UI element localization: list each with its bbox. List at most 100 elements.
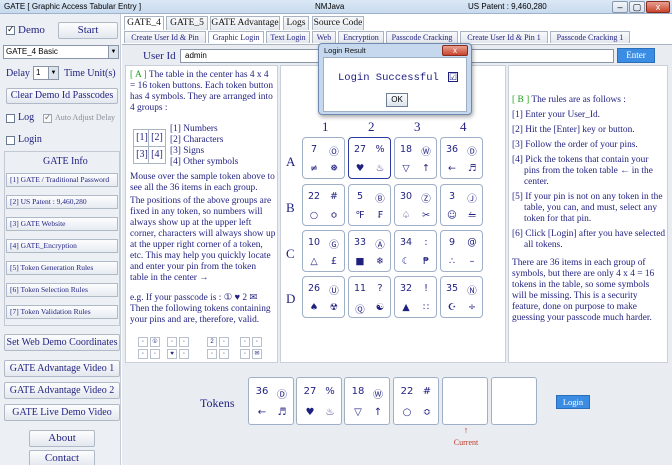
- enter-button[interactable]: Enter: [617, 48, 655, 63]
- token-cell-d4[interactable]: 35 Ⓝ ☪ ÷: [440, 276, 483, 318]
- token-cell-b2[interactable]: 5 Ⓑ ℉ ₣: [348, 184, 391, 226]
- delay-select-value: 1: [36, 68, 41, 77]
- clear-demo-passcodes-button[interactable]: Clear Demo Id Passcodes: [6, 88, 118, 104]
- token-cell-d2[interactable]: 11? Ⓠ ☯: [348, 276, 391, 318]
- start-button[interactable]: Start: [58, 22, 118, 39]
- mode-dropdown[interactable]: GATE_4 Basic ▼: [3, 45, 119, 59]
- token-cell-a1[interactable]: 7 Ⓞ ≠ ❅: [302, 137, 345, 179]
- info-token-generation-button[interactable]: [5] Token Generation Rules: [6, 261, 118, 275]
- selected-token-slot-3[interactable]: 18 Ⓦ ▽ ↑: [344, 377, 390, 425]
- token-symbol: 3: [448, 191, 456, 202]
- info-gate-website-button[interactable]: [3] GATE Website: [6, 217, 118, 231]
- token-symbol: 11: [353, 283, 367, 294]
- token-symbol: ♤: [401, 210, 411, 221]
- selected-token-slot-2[interactable]: 27% ♥ ♨: [296, 377, 342, 425]
- contact-button[interactable]: Contact: [29, 450, 95, 465]
- subtab-passcode-cracking-1[interactable]: Passcode Cracking 1: [550, 31, 630, 43]
- close-window-button[interactable]: x: [646, 1, 670, 13]
- tab-logs[interactable]: Logs: [283, 16, 309, 30]
- tab-gate-4[interactable]: GATE_4: [124, 16, 164, 30]
- token-symbol: ♠: [309, 302, 319, 313]
- selected-token-slot-5[interactable]: [442, 377, 488, 425]
- tab-gate-5[interactable]: GATE_5: [166, 16, 208, 30]
- info-us-patent-button[interactable]: [2] US Patent : 9,460,280: [6, 195, 118, 209]
- token-cell-a3[interactable]: 18 Ⓦ ▽ ↑: [394, 137, 437, 179]
- subtab-create-user[interactable]: Create User Id & Pin: [124, 31, 206, 43]
- token-cell-b4[interactable]: 3 Ⓙ ☺ ⥪: [440, 184, 483, 226]
- subtab-create-user-1[interactable]: Create User Id & Pin 1: [460, 31, 548, 43]
- token-cell-c4[interactable]: 9 @ ∴ –: [440, 230, 483, 272]
- sample-key-4[interactable]: [4]: [148, 146, 166, 164]
- token-symbol: ↑: [373, 407, 383, 418]
- example-token-3-symbol: 2: [207, 337, 217, 347]
- token-cell-b1[interactable]: 22 # ○ ≎: [302, 184, 345, 226]
- chevron-down-icon: ▼: [108, 46, 118, 58]
- selected-token-slot-4[interactable]: 22 # ○ ≎: [393, 377, 439, 425]
- token-symbol: 27: [353, 144, 367, 155]
- dialog-ok-button[interactable]: OK: [386, 93, 408, 107]
- token-symbol: ∷: [422, 302, 430, 313]
- login-label: Login: [18, 134, 42, 145]
- auto-adjust-checkbox[interactable]: [43, 112, 52, 123]
- demo-checkbox[interactable]: [6, 24, 15, 35]
- tokens-label: Tokens: [200, 396, 235, 410]
- token-cell-c3[interactable]: 34: ☾ ₱: [394, 230, 437, 272]
- token-cell-a4[interactable]: 36 Ⓓ ← ♬: [440, 137, 483, 179]
- info-token-validation-button[interactable]: [7] Token Validation Rules: [6, 305, 118, 319]
- rules-footer: There are 36 items in each group of symb…: [512, 258, 655, 323]
- token-symbol: ♨: [375, 163, 385, 174]
- token-symbol: ☯: [375, 302, 385, 313]
- token-cell-a2[interactable]: 27% ♥ ♨: [348, 137, 391, 179]
- token-symbol: 32: [399, 283, 413, 294]
- token-symbol: ☢: [329, 302, 339, 313]
- rule-4: [4] Pick the tokens that contain your pi…: [512, 155, 653, 187]
- token-symbol: ℉: [355, 210, 365, 221]
- example-token-4-symbol: ◦: [240, 337, 250, 347]
- info-gate-traditional-button[interactable]: [1] GATE / Traditional Password: [6, 173, 118, 187]
- token-symbol: ∴: [448, 256, 456, 267]
- explanation-a-p2: Mouse over the sample token above to see…: [130, 172, 275, 193]
- about-button[interactable]: About: [29, 430, 95, 447]
- token-cell-d1[interactable]: 26 Ⓤ ♠ ☢: [302, 276, 345, 318]
- subtab-web[interactable]: Web: [312, 31, 336, 43]
- token-symbol: Ⓙ: [467, 194, 477, 205]
- subtab-text-login[interactable]: Text Login: [266, 31, 310, 43]
- token-cell-b3[interactable]: 30 Ⓩ ♤ ✂: [394, 184, 437, 226]
- tab-gate-advantage[interactable]: GATE Advantage: [210, 16, 280, 30]
- demo-label: Demo: [18, 24, 45, 36]
- dialog-close-button[interactable]: x: [442, 45, 468, 56]
- advantage-video-2-button[interactable]: GATE Advantage Video 2: [4, 382, 120, 399]
- sample-key-2[interactable]: [2]: [148, 129, 166, 147]
- token-symbol: ₣: [376, 210, 384, 221]
- set-web-coordinates-button[interactable]: Set Web Demo Coordinates: [4, 334, 120, 351]
- token-symbol: Ⓓ: [277, 390, 287, 401]
- live-demo-video-button[interactable]: GATE Live Demo Video: [4, 404, 120, 421]
- time-unit-label: Time Unit(s): [64, 68, 116, 79]
- login-checkbox[interactable]: [6, 136, 15, 145]
- subtab-encryption[interactable]: Encryption: [338, 31, 384, 43]
- token-symbol: 7: [310, 144, 318, 155]
- checkbox-checked-icon: ☑: [448, 72, 458, 82]
- token-cell-d3[interactable]: 32! ▲ ∷: [394, 276, 437, 318]
- info-token-selection-button[interactable]: [6] Token Selection Rules: [6, 283, 118, 297]
- token-symbol: Ⓓ: [467, 147, 477, 158]
- log-checkbox[interactable]: [6, 114, 15, 123]
- col-label-2: 2: [368, 119, 375, 134]
- minimize-button[interactable]: –: [612, 1, 628, 13]
- selected-token-slot-1[interactable]: 36 Ⓓ ← ♬: [248, 377, 294, 425]
- delay-select[interactable]: 1 ▼: [33, 66, 59, 80]
- maximize-button[interactable]: ▢: [629, 1, 645, 13]
- info-gate-encryption-button[interactable]: [4] GATE_Encryption: [6, 239, 118, 253]
- login-button[interactable]: Login: [556, 395, 590, 409]
- rule-2: [2] Hit the [Enter] key or button.: [512, 125, 635, 135]
- group-other-symbols: [4] Other symbols: [170, 157, 239, 167]
- advantage-video-1-button[interactable]: GATE Advantage Video 1: [4, 360, 120, 377]
- subtab-graphic-login[interactable]: Graphic Login: [208, 31, 264, 43]
- token-cell-c2[interactable]: 33 Ⓐ ■ ❄: [348, 230, 391, 272]
- tab-source-code[interactable]: Source Code: [312, 16, 364, 30]
- selected-token-slot-6[interactable]: [491, 377, 537, 425]
- token-cell-c1[interactable]: 10 Ⓖ △ £: [302, 230, 345, 272]
- token-symbol: %: [325, 386, 335, 397]
- example-token-2-symbol: ◦: [179, 349, 189, 359]
- subtab-passcode-cracking[interactable]: Passcode Cracking: [386, 31, 458, 43]
